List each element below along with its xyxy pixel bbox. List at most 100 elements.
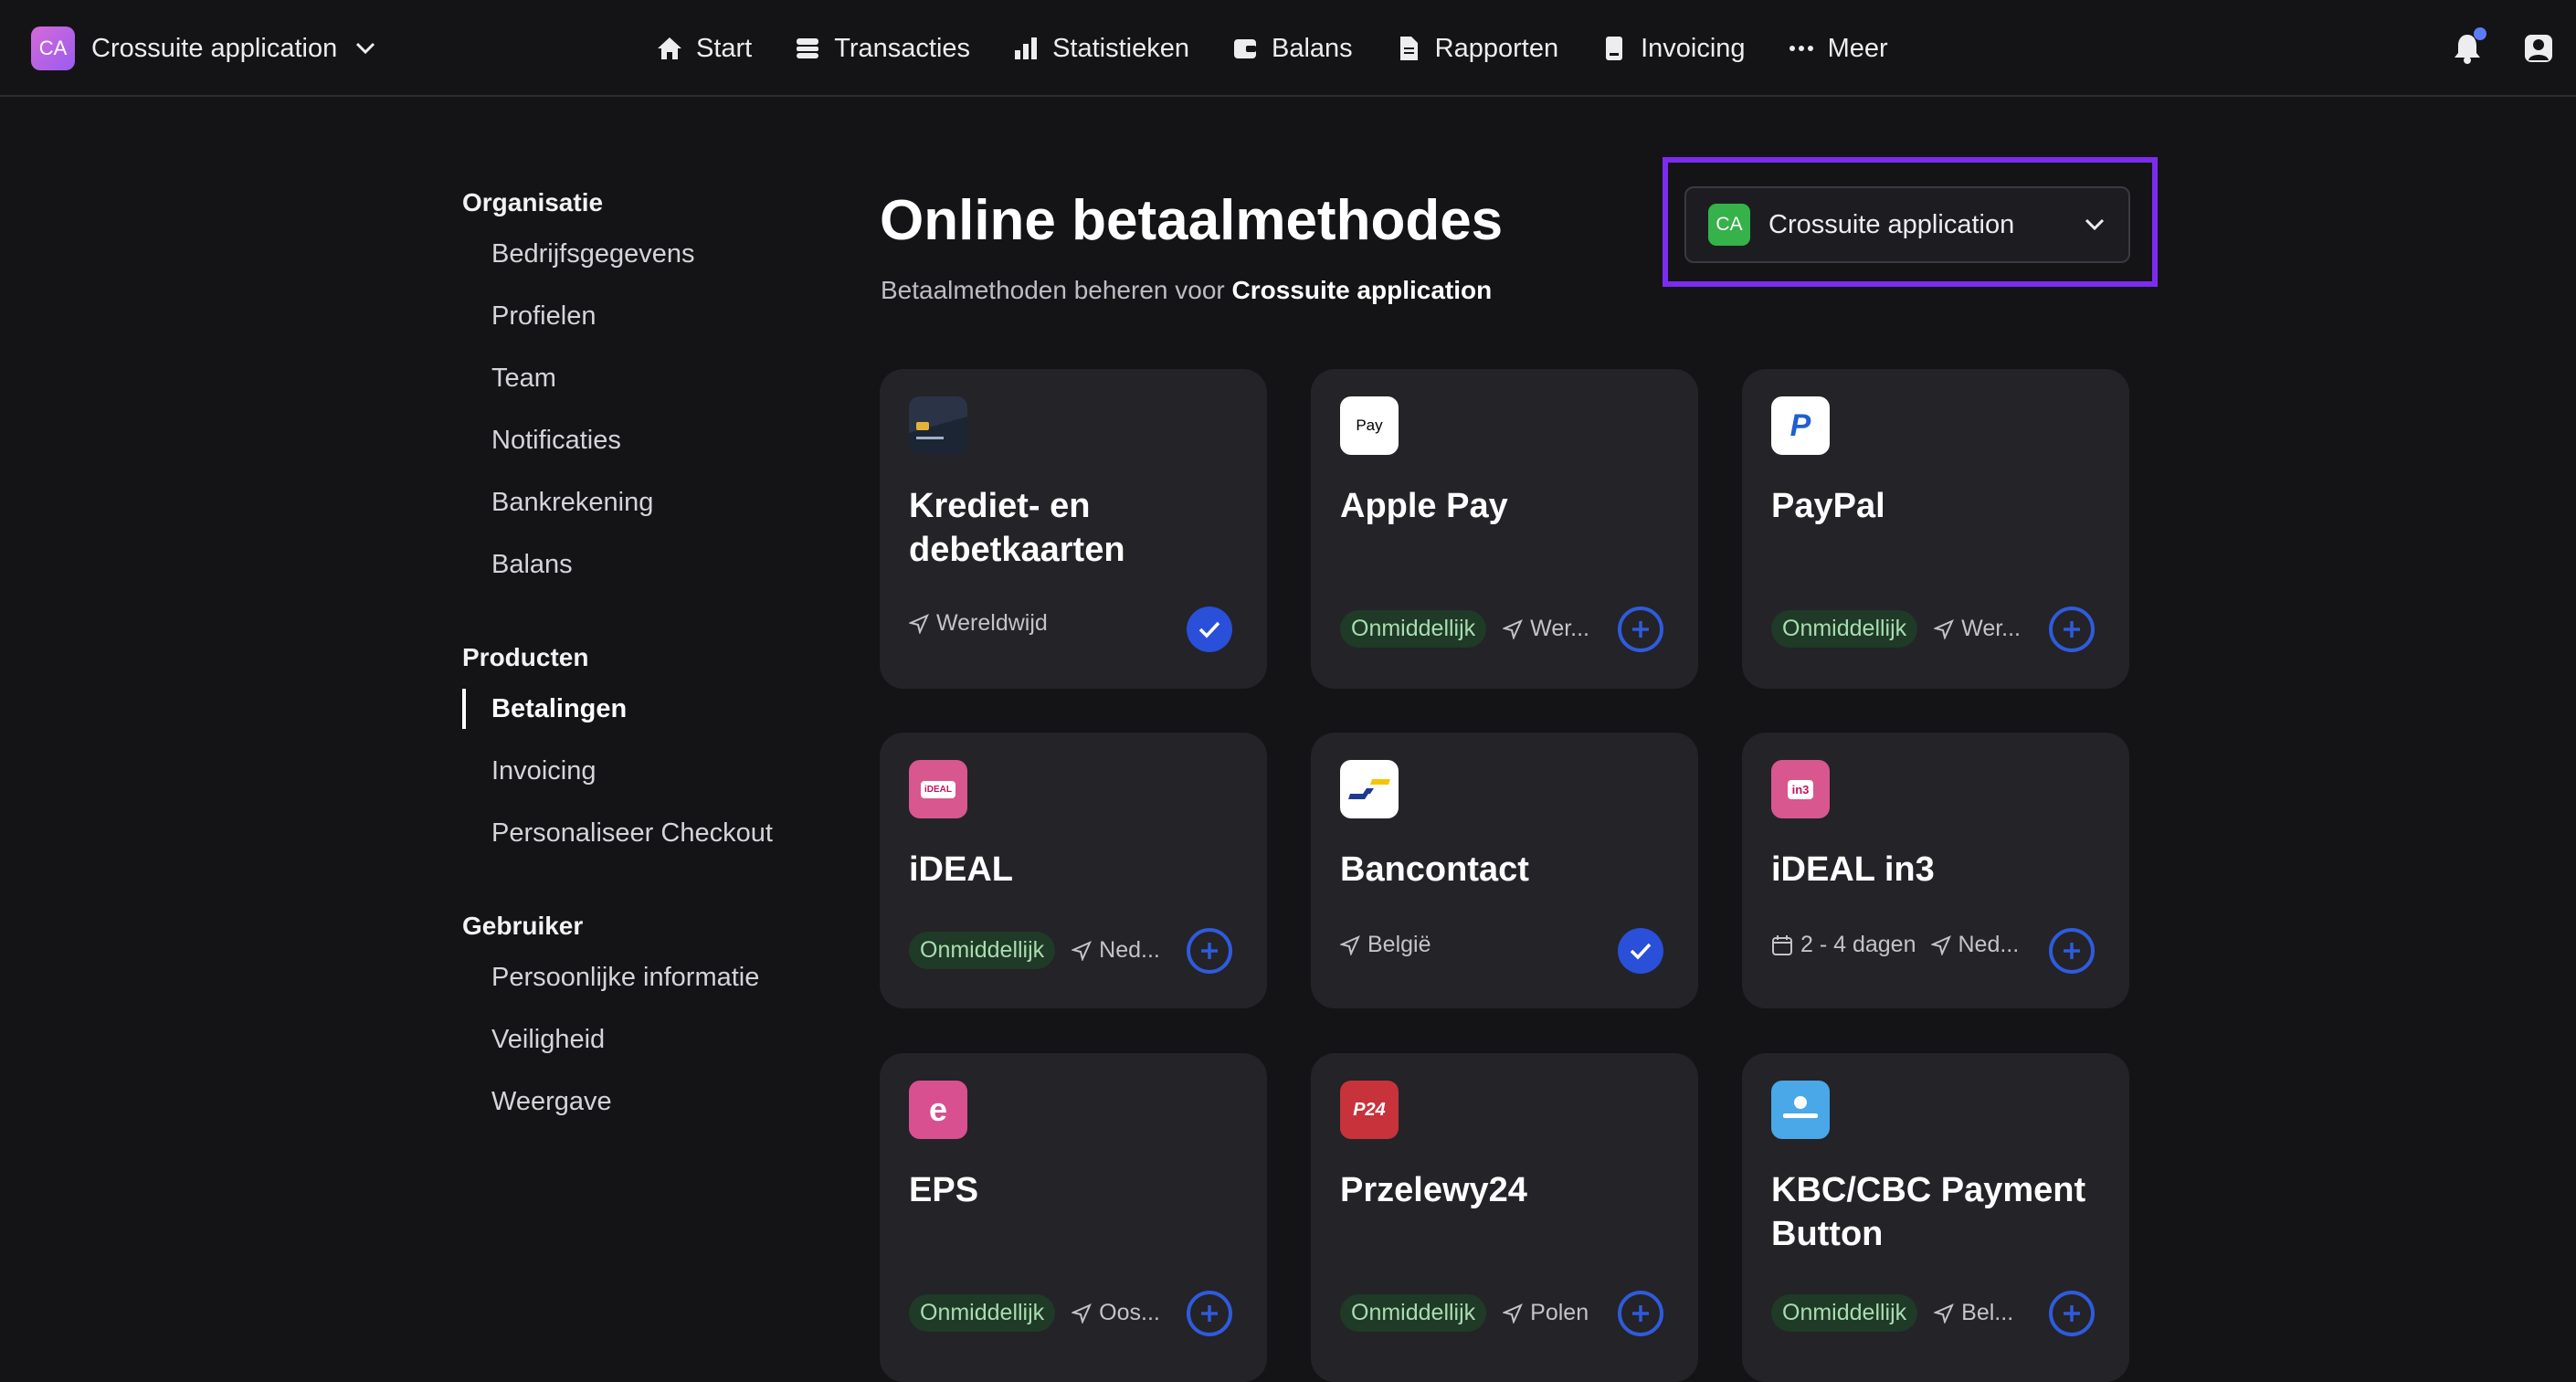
payment-method-card[interactable]: KBC/CBC Payment Button Onmiddellijk Bel.… <box>1742 1053 2129 1382</box>
method-name: Bancontact <box>1340 850 1529 889</box>
method-region: Ned... <box>1958 932 2020 957</box>
method-meta: Onmiddellijk Wer... <box>1771 610 2021 648</box>
settings-sidebar: Organisatie Bedrijfsgegevens Profielen T… <box>462 183 846 1133</box>
sidebar-section-title: Producten <box>462 643 589 671</box>
method-enabled-toggle[interactable] <box>1618 928 1663 974</box>
sidebar-item-profielen[interactable]: Profielen <box>462 285 846 347</box>
method-name: Krediet- en debetkaarten <box>909 487 1125 569</box>
chevron-down-icon <box>354 37 377 60</box>
nav-label: Meer <box>1827 33 1888 63</box>
org-avatar: CA <box>31 26 75 70</box>
method-region: Ned... <box>1099 937 1160 963</box>
sidebar-item-betalingen[interactable]: Betalingen <box>462 678 846 740</box>
location-arrow-icon <box>1934 1303 1955 1324</box>
location-arrow-icon <box>909 613 929 634</box>
method-region: Oos... <box>1099 1300 1160 1325</box>
nav-rapporten[interactable]: Rapporten <box>1395 34 1558 64</box>
payment-method-card[interactable]: P PayPal Onmiddellijk Wer... <box>1742 369 2129 689</box>
payment-method-card[interactable]: P24 Przelewy24 Onmiddellijk Polen <box>1311 1053 1698 1382</box>
plus-icon <box>1632 621 1649 638</box>
location-arrow-icon <box>1340 934 1360 955</box>
sidebar-item-invoicing[interactable]: Invoicing <box>462 740 846 802</box>
method-duration: 2 - 4 dagen <box>1800 932 1916 957</box>
payment-method-card[interactable]: in3 iDEAL in3 2 - 4 dagen Ned... <box>1742 733 2129 1008</box>
check-icon <box>1630 943 1652 960</box>
sidebar-item-veiligheid[interactable]: Veiligheid <box>462 1008 846 1071</box>
organization-select[interactable]: CA Crossuite application <box>1684 186 2130 263</box>
notifications-button[interactable] <box>2450 27 2486 66</box>
przelewy24-logo-icon: P24 <box>1340 1081 1399 1139</box>
payment-method-card[interactable]: Bancontact België <box>1311 733 1698 1008</box>
sidebar-item-personaliseer-checkout[interactable]: Personaliseer Checkout <box>462 802 846 864</box>
method-enabled-toggle[interactable] <box>1187 607 1232 652</box>
sidebar-item-balans[interactable]: Balans <box>462 533 846 596</box>
invoice-icon <box>1606 37 1623 60</box>
add-method-button[interactable] <box>1187 928 1232 974</box>
plus-icon <box>2064 621 2080 638</box>
page-title: Online betaalmethodes <box>880 189 1504 252</box>
location-arrow-icon <box>1503 1303 1524 1324</box>
organization-switcher[interactable]: CA Crossuite application <box>31 25 377 72</box>
nav-meer[interactable]: Meer <box>1788 34 1888 64</box>
nav-label: Rapporten <box>1434 33 1559 63</box>
payment-method-card[interactable]: Pay Apple Pay Onmiddellijk Wer... <box>1311 369 1698 689</box>
nav-label: Start <box>696 33 753 63</box>
nav-transacties[interactable]: Transacties <box>794 34 970 64</box>
sidebar-item-persoonlijke-informatie[interactable]: Persoonlijke informatie <box>462 946 846 1008</box>
document-icon <box>1399 37 1418 60</box>
apple-pay-logo-icon: Pay <box>1340 396 1399 455</box>
notification-dot <box>2474 27 2486 40</box>
method-name: iDEAL in3 <box>1771 850 1935 889</box>
location-arrow-icon <box>1072 1303 1093 1324</box>
method-name: Apple Pay <box>1340 487 1508 525</box>
main-nav: Start Transacties Statistieken Balans Ra… <box>656 24 1930 73</box>
speed-badge: Onmiddellijk <box>909 1294 1056 1332</box>
plus-icon <box>1201 943 1218 959</box>
org-select-value: Crossuite application <box>1768 209 2015 239</box>
method-name: KBC/CBC Payment Button <box>1771 1171 2086 1253</box>
payment-method-card[interactable]: Krediet- en debetkaarten Wereldwijd <box>880 369 1267 689</box>
add-method-button[interactable] <box>2049 607 2095 652</box>
check-icon <box>1198 621 1220 638</box>
add-method-button[interactable] <box>2049 928 2095 974</box>
sidebar-item-weergave[interactable]: Weergave <box>462 1071 846 1133</box>
nav-balans[interactable]: Balans <box>1231 34 1353 64</box>
subtitle-org: Crossuite application <box>1231 276 1493 304</box>
method-name: Przelewy24 <box>1340 1171 1527 1209</box>
speed-badge: Onmiddellijk <box>1340 610 1487 648</box>
nav-invoicing[interactable]: Invoicing <box>1600 34 1746 64</box>
logo-text: Pay <box>1356 417 1383 434</box>
logo-text: P <box>1789 407 1811 443</box>
sidebar-item-team[interactable]: Team <box>462 347 846 409</box>
payment-method-card[interactable]: e EPS Onmiddellijk Oos... <box>880 1053 1267 1382</box>
top-navigation-bar: CA Crossuite application Start Transacti… <box>0 0 2576 97</box>
wallet-icon <box>1233 39 1256 58</box>
plus-icon <box>1201 1305 1218 1322</box>
speed-badge: Onmiddellijk <box>1340 1294 1487 1332</box>
plus-icon <box>2064 1305 2080 1322</box>
sidebar-item-bankrekening[interactable]: Bankrekening <box>462 471 846 533</box>
method-name: iDEAL <box>909 850 1013 889</box>
nav-start[interactable]: Start <box>656 34 752 64</box>
logo-text: in3 <box>1787 779 1814 799</box>
user-icon <box>2525 35 2552 62</box>
add-method-button[interactable] <box>2049 1291 2095 1336</box>
location-arrow-icon <box>1072 940 1093 961</box>
speed-badge: Onmiddellijk <box>1771 1294 1918 1332</box>
logo-text: e <box>928 1091 948 1128</box>
location-arrow-icon <box>1930 934 1951 955</box>
method-region: Bel... <box>1961 1300 2014 1325</box>
payment-method-card[interactable]: iDEAL iDEAL Onmiddellijk Ned... <box>880 733 1267 1008</box>
method-meta: Onmiddellijk Ned... <box>909 932 1160 969</box>
method-meta: Onmiddellijk Wer... <box>1340 610 1589 648</box>
sidebar-item-notificaties[interactable]: Notificaties <box>462 409 846 471</box>
add-method-button[interactable] <box>1618 607 1663 652</box>
location-arrow-icon <box>1934 618 1955 639</box>
add-method-button[interactable] <box>1618 1291 1663 1336</box>
add-method-button[interactable] <box>1187 1291 1232 1336</box>
account-button[interactable] <box>2521 31 2556 66</box>
plus-icon <box>1632 1305 1649 1322</box>
sidebar-item-bedrijfsgegevens[interactable]: Bedrijfsgegevens <box>462 223 846 285</box>
nav-statistieken[interactable]: Statistieken <box>1012 34 1189 64</box>
bancontact-logo-icon <box>1340 760 1399 818</box>
